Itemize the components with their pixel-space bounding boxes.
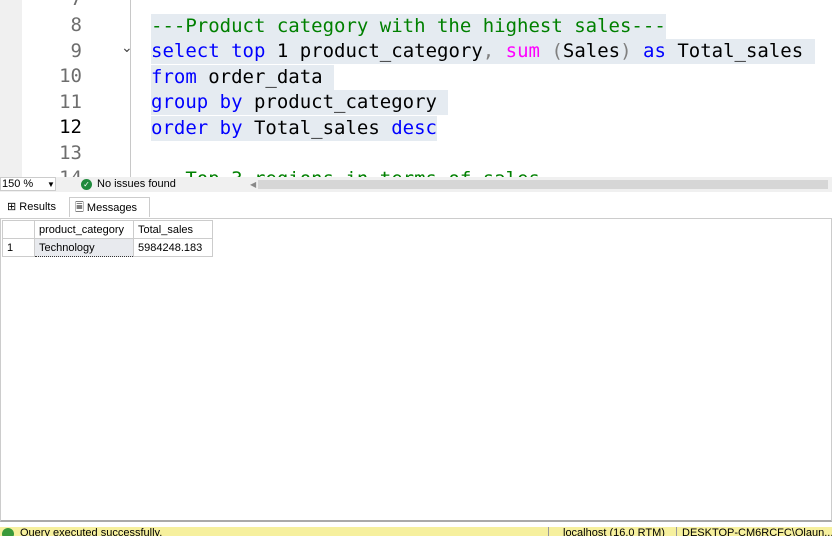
results-pane: [0, 218, 832, 522]
query-status-bar: Query executed successfully. localhost (…: [0, 527, 832, 536]
keyword: select: [151, 40, 220, 62]
cell-product-category[interactable]: Technology: [34, 238, 134, 257]
code-text: Sales: [562, 40, 621, 62]
code-line-14: ---Top 3 regions in terms of sales: [151, 167, 540, 177]
line-number: 13: [59, 142, 82, 164]
punctuation: ,: [482, 40, 495, 62]
tab-label: Messages: [86, 202, 138, 214]
tab-messages[interactable]: 🗏 Messages: [69, 197, 150, 217]
code-line-12: order by Total_sales desc: [151, 116, 437, 141]
line-number: 11: [59, 91, 82, 113]
code-text: Total_sales: [242, 117, 392, 139]
scroll-left-icon[interactable]: ◀: [250, 177, 256, 192]
sql-editor[interactable]: 7 8 9 10 11 12 13 14 ⌄ ---Product catego…: [0, 0, 832, 177]
code-text: Total_sales: [665, 40, 804, 62]
row-header-corner[interactable]: [2, 220, 35, 239]
grid-icon: ⊞: [7, 201, 17, 213]
chevron-down-icon[interactable]: ⌄: [121, 40, 133, 56]
line-number: 7: [30, 0, 82, 10]
line-number: 9: [70, 40, 82, 62]
keyword: as: [643, 40, 666, 62]
success-icon: [2, 528, 14, 536]
results-tabs: ⊞ Results 🗏 Messages: [0, 196, 832, 219]
zoom-select[interactable]: 150 % ▼: [0, 177, 56, 191]
line-number: 14: [30, 167, 82, 177]
column-header[interactable]: product_category: [34, 220, 134, 239]
keyword: desc: [391, 117, 437, 139]
editor-margin: [0, 0, 22, 177]
code-line-10: from order_data: [151, 65, 335, 90]
user-info: DESKTOP-CM6RCFC\Olaun...: [676, 527, 832, 536]
server-info: localhost (16.0 RTM): [548, 527, 665, 536]
keyword: group by: [151, 91, 243, 113]
tab-results[interactable]: ⊞ Results: [2, 197, 66, 217]
row-number[interactable]: 1: [2, 238, 35, 257]
keyword: order by: [151, 117, 243, 139]
keyword: from: [151, 66, 197, 88]
messages-icon: 🗏: [75, 202, 84, 214]
line-number: 8: [70, 14, 82, 36]
horizontal-scrollbar[interactable]: [258, 180, 828, 189]
fold-guide: [130, 0, 131, 177]
code-text: order_data: [196, 66, 323, 88]
dropdown-arrow-icon: ▼: [47, 180, 55, 189]
header-row: product_category Total_sales: [2, 220, 213, 239]
function: sum: [505, 40, 540, 62]
code-line-9: select top 1 product_category, sum (Sale…: [151, 39, 815, 64]
code-text: 1 product_category: [265, 40, 483, 62]
column-header[interactable]: Total_sales: [133, 220, 213, 239]
status-message: Query executed successfully.: [20, 527, 163, 536]
tab-label: Results: [19, 201, 56, 213]
issues-status[interactable]: No issues found: [97, 178, 176, 190]
code-line-8: ---Product category with the highest sal…: [151, 14, 666, 39]
results-grid[interactable]: product_category Total_sales 1 Technolog…: [2, 220, 213, 257]
keyword: top: [231, 40, 266, 62]
punctuation: (: [540, 40, 563, 62]
check-circle-icon: ✓: [81, 179, 92, 190]
cell-total-sales[interactable]: 5984248.183: [133, 238, 213, 257]
punctuation: ): [620, 40, 632, 62]
zoom-value: 150 %: [2, 178, 34, 190]
line-number: 10: [59, 65, 82, 87]
line-number-current: 12: [59, 116, 82, 138]
code-text: product_category: [242, 91, 437, 113]
table-row: 1 Technology 5984248.183: [2, 238, 213, 257]
code-line-11: group by product_category: [151, 90, 449, 115]
editor-status-toolbar: 150 % ▼ ✓ No issues found ◀: [0, 177, 832, 192]
